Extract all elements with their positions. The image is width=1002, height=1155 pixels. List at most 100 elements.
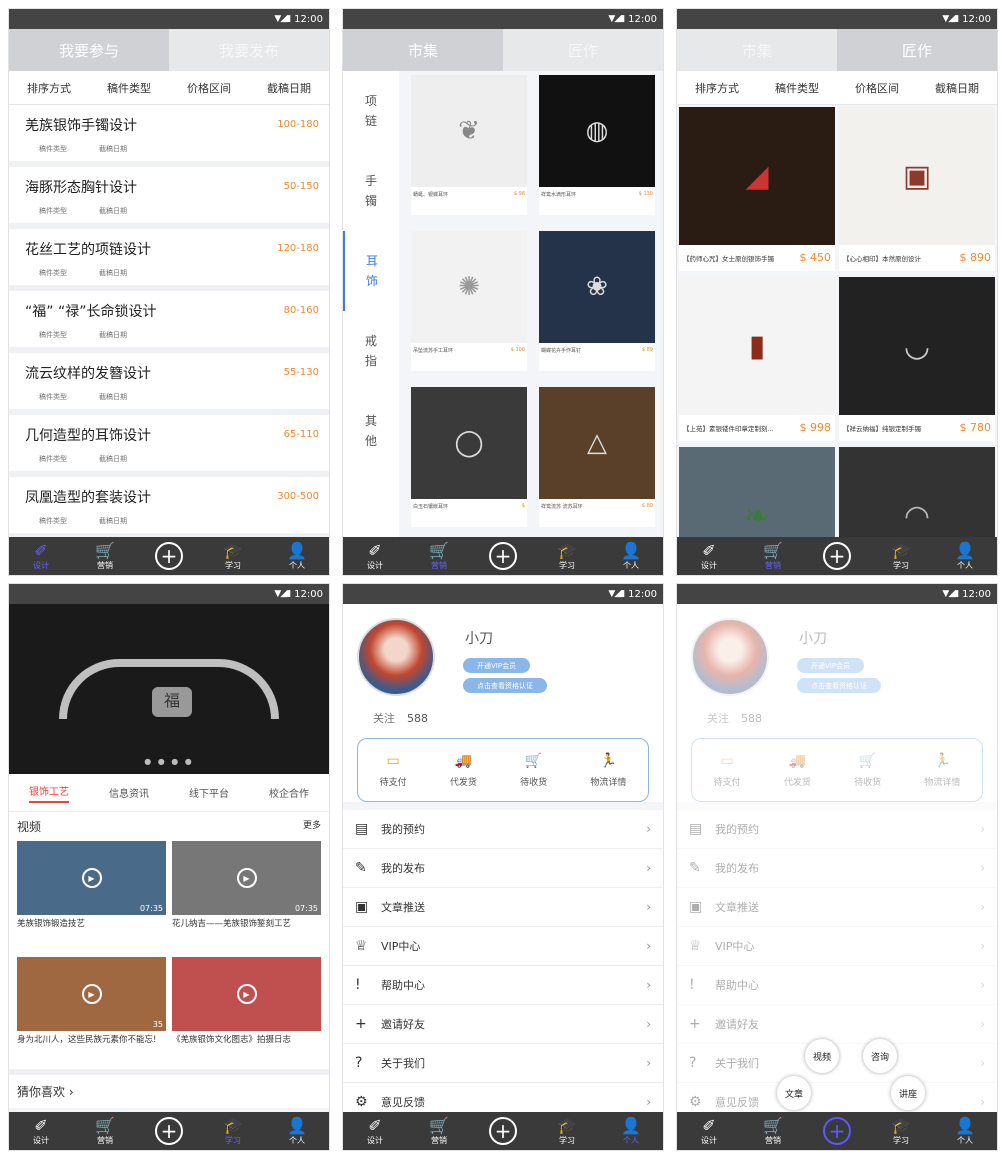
menu-my-posts[interactable]: ✎ 我的发布 › <box>343 849 663 888</box>
filter-type[interactable]: 稿件类型 <box>107 80 151 96</box>
tab-market[interactable]: 市集 <box>677 29 837 71</box>
category-other[interactable]: 其他 <box>343 391 399 471</box>
work-card[interactable]: ◢ 【药师心咒】女士原创银饰手镯 $ 450 <box>679 107 835 271</box>
subtab-craft[interactable]: 银饰工艺 <box>29 783 69 803</box>
tab-profile[interactable]: 👤 个人 <box>611 1116 651 1146</box>
work-card[interactable]: ◠ <box>839 447 995 537</box>
tab-market[interactable]: 市集 <box>343 29 503 71</box>
tab-craft[interactable]: 匠作 <box>503 29 663 71</box>
product-card[interactable]: ❀ 蝴蝶花卉手作耳钉 $ 89 <box>539 231 655 371</box>
dim-overlay[interactable] <box>677 604 997 1112</box>
filter-price[interactable]: 价格区间 <box>187 80 231 96</box>
guess-you-like[interactable]: 猜你喜欢 › <box>9 1069 329 1108</box>
tab-add[interactable]: + <box>817 1117 857 1145</box>
video-card[interactable]: ▶ 35 身为北川人，这些民族元素你不能忘! <box>17 957 166 1069</box>
vip-button[interactable]: 开通VIP会员 <box>463 658 531 673</box>
category-earring[interactable]: 耳饰 <box>343 231 399 311</box>
menu-appointments[interactable]: ▤ 我的预约 › <box>343 810 663 849</box>
tab-profile[interactable]: 👤 个人 <box>945 541 985 571</box>
fab-consult[interactable]: 咨询 <box>863 1039 897 1073</box>
category-bracelet[interactable]: 手镯 <box>343 151 399 231</box>
category-ring[interactable]: 戒指 <box>343 311 399 391</box>
tab-learn[interactable]: 🎓 学习 <box>213 541 253 571</box>
tab-profile[interactable]: 👤 个人 <box>277 541 317 571</box>
tab-design[interactable]: ✐ 设计 <box>355 541 395 571</box>
tab-design[interactable]: ✐ 设计 <box>689 1116 729 1146</box>
order-pending-ship[interactable]: 🚚 代发货 <box>450 753 477 788</box>
tab-add[interactable]: + <box>149 1117 189 1145</box>
order-pending-payment[interactable]: ▭ 待支付 <box>380 753 407 788</box>
filter-type[interactable]: 稿件类型 <box>775 80 819 96</box>
video-card[interactable]: ▶ 《羌族银饰文化图志》拍摄日志 <box>172 957 321 1069</box>
fab-video[interactable]: 视频 <box>805 1039 839 1073</box>
menu-vip-center[interactable]: ♕ VIP中心 › <box>343 927 663 966</box>
tab-marketing[interactable]: 🛒 营销 <box>85 1116 125 1146</box>
verify-button[interactable]: 点击查看资格认证 <box>463 678 547 693</box>
video-card[interactable]: ▶ 07:35 羌族银饰锻造技艺 <box>17 841 166 953</box>
fab-article[interactable]: 文章 <box>777 1076 811 1110</box>
tab-marketing[interactable]: 🛒 营销 <box>753 541 793 571</box>
work-card[interactable]: ▮ 【上苑】素银镂件印章定制刻... $ 998 <box>679 277 835 441</box>
filter-sort[interactable]: 排序方式 <box>695 80 739 96</box>
tab-publish[interactable]: 我要发布 <box>169 29 329 71</box>
job-item[interactable]: 凤凰造型的套装设计 300-500 稿件类型 截稿日期 <box>9 477 329 539</box>
tab-learn[interactable]: 🎓 学习 <box>881 541 921 571</box>
filter-deadline[interactable]: 截稿日期 <box>935 80 979 96</box>
avatar[interactable] <box>357 618 435 696</box>
tab-learn[interactable]: 🎓 学习 <box>213 1116 253 1146</box>
tab-marketing[interactable]: 🛒 营销 <box>753 1116 793 1146</box>
filter-sort[interactable]: 排序方式 <box>27 80 71 96</box>
tab-learn[interactable]: 🎓 学习 <box>547 541 587 571</box>
work-card[interactable]: ▣ 【心心相印】本然原创设计 $ 890 <box>839 107 995 271</box>
menu-invite-friends[interactable]: + 邀请好友 › <box>343 1005 663 1044</box>
tab-add[interactable]: + <box>483 542 523 570</box>
work-card[interactable]: ❧ <box>679 447 835 537</box>
more-link[interactable]: 更多 <box>303 818 321 835</box>
menu-articles[interactable]: ▣ 文章推送 › <box>343 888 663 927</box>
tab-craft[interactable]: 匠作 <box>837 29 997 71</box>
product-card[interactable]: ❦ 蜻蜓、银蝶耳环 $ 98 <box>411 75 527 215</box>
filter-price[interactable]: 价格区间 <box>855 80 899 96</box>
filter-deadline[interactable]: 截稿日期 <box>267 80 311 96</box>
job-item[interactable]: “福” “禄”长命锁设计 80-160 稿件类型 截稿日期 <box>9 291 329 353</box>
tab-design[interactable]: ✐ 设计 <box>355 1116 395 1146</box>
subtab-cooperation[interactable]: 校企合作 <box>269 785 309 800</box>
fab-lecture[interactable]: 讲座 <box>891 1076 925 1110</box>
tab-design[interactable]: ✐ 设计 <box>689 541 729 571</box>
subtab-offline[interactable]: 线下平台 <box>189 785 229 800</box>
tab-marketing[interactable]: 🛒 营销 <box>419 541 459 571</box>
job-item[interactable]: 羌族银饰手镯设计 100-180 稿件类型 截稿日期 <box>9 105 329 167</box>
product-card[interactable]: ◯ 白玉石镶嵌耳环 $ <box>411 387 527 527</box>
job-item[interactable]: 花丝工艺的项链设计 120-180 稿件类型 截稿日期 <box>9 229 329 291</box>
video-card[interactable]: ▶ 07:35 花儿纳吉——羌族银饰錾刻工艺 <box>172 841 321 953</box>
tab-participate[interactable]: 我要参与 <box>9 29 169 71</box>
tab-add[interactable]: + <box>149 542 189 570</box>
category-necklace[interactable]: 项链 <box>343 71 399 151</box>
tab-learn[interactable]: 🎓 学习 <box>547 1116 587 1146</box>
tab-marketing[interactable]: 🛒 营销 <box>419 1116 459 1146</box>
tab-profile[interactable]: 👤 个人 <box>277 1116 317 1146</box>
tab-marketing[interactable]: 🛒 营销 <box>85 541 125 571</box>
job-item[interactable]: 海豚形态胸针设计 50-150 稿件类型 截稿日期 <box>9 167 329 229</box>
work-info: 【祥云纳福】纯银定制手镯 $ 780 <box>839 415 995 440</box>
menu-help-center[interactable]: ! 帮助中心 › <box>343 966 663 1005</box>
subtab-news[interactable]: 信息资讯 <box>109 785 149 800</box>
tab-learn[interactable]: 🎓 学习 <box>881 1116 921 1146</box>
job-item[interactable]: 几何造型的耳饰设计 65-110 稿件类型 截稿日期 <box>9 415 329 477</box>
product-card[interactable]: △ 祥鸾流苏 流苏耳环 $ 80 <box>539 387 655 527</box>
work-card[interactable]: ◡ 【祥云纳福】纯银定制手镯 $ 780 <box>839 277 995 441</box>
product-card[interactable]: ◍ 祥鸾水滴形耳环 $ 130 <box>539 75 655 215</box>
menu-about-us[interactable]: ? 关于我们 › <box>343 1044 663 1083</box>
order-logistics[interactable]: 🏃 物流详情 <box>590 753 626 788</box>
tab-add[interactable]: + <box>817 542 857 570</box>
job-item[interactable]: 流云纹样的发簪设计 55-130 稿件类型 截稿日期 <box>9 353 329 415</box>
tab-add[interactable]: + <box>483 1117 523 1145</box>
tab-design[interactable]: ✐ 设计 <box>21 1116 61 1146</box>
tab-profile[interactable]: 👤 个人 <box>945 1116 985 1146</box>
tab-profile[interactable]: 👤 个人 <box>611 541 651 571</box>
product-card[interactable]: ✺ 吊坠流苏手工耳环 $ 100 <box>411 231 527 371</box>
order-pending-receive[interactable]: 🛒 待收货 <box>520 753 547 788</box>
hero-banner[interactable]: 福 ● ● ● ● <box>9 604 329 774</box>
tab-design[interactable]: ✐ 设计 <box>21 541 61 571</box>
follow-count[interactable]: 关注 588 <box>373 710 428 726</box>
